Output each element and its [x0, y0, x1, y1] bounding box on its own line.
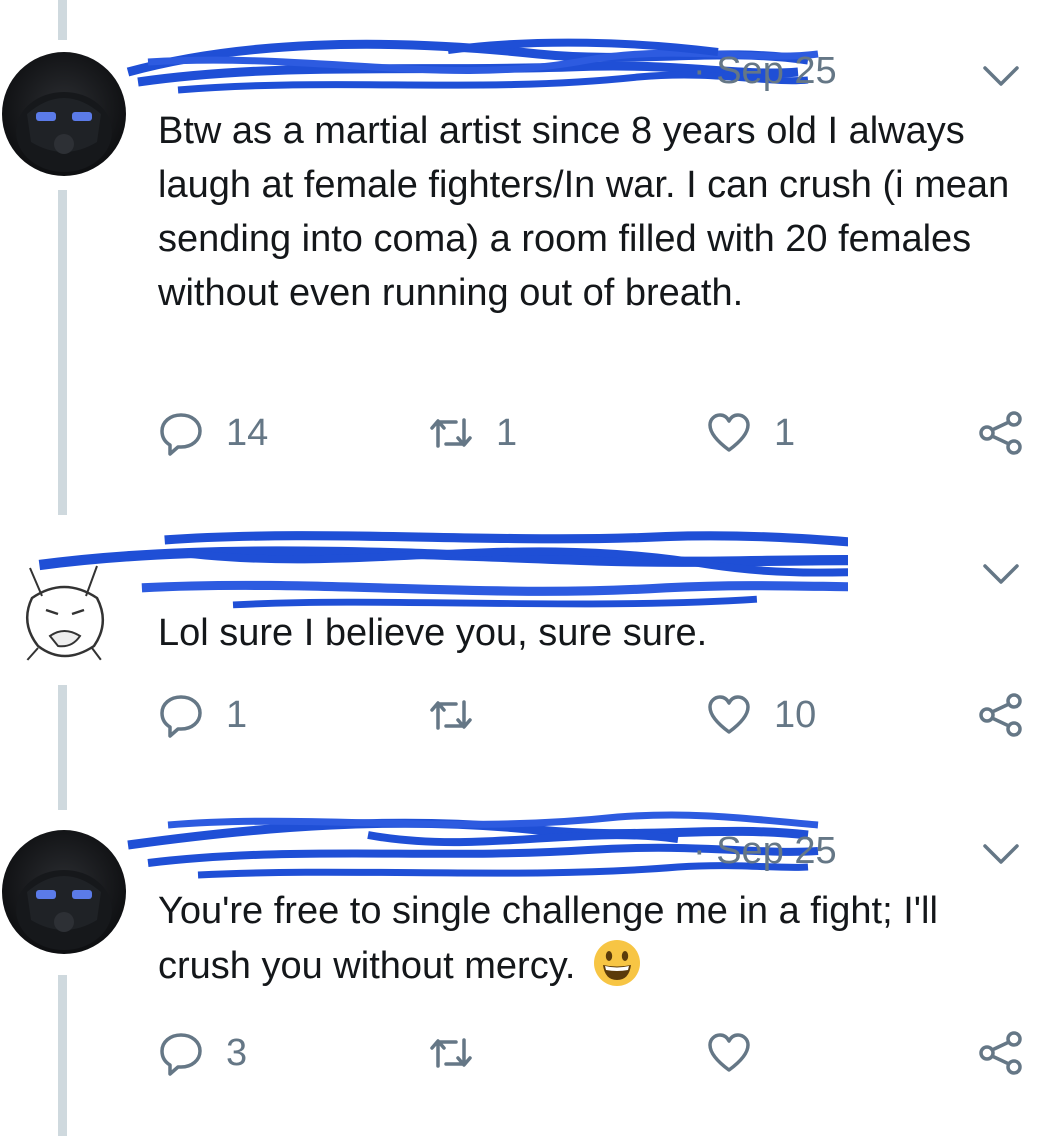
retweet-count: 1 — [496, 411, 518, 454]
reply-count: 3 — [226, 1031, 248, 1074]
tweet-date: · Sep 25 — [693, 830, 837, 872]
reply-icon — [160, 695, 202, 738]
tweet-actions: 3 — [158, 1028, 1028, 1078]
reply-count: 1 — [226, 693, 248, 736]
share-button[interactable] — [978, 408, 1024, 458]
share-button[interactable] — [978, 1028, 1024, 1078]
like-icon — [708, 1033, 750, 1072]
retweet-icon — [430, 1038, 472, 1068]
like-button[interactable] — [706, 1028, 774, 1078]
retweet-button[interactable] — [428, 690, 496, 740]
like-icon — [708, 413, 750, 452]
reply-button[interactable]: 14 — [158, 408, 268, 458]
retweet-icon — [430, 700, 472, 730]
like-button[interactable]: 1 — [706, 408, 795, 458]
share-icon — [979, 693, 1022, 737]
retweet-button[interactable]: 1 — [428, 408, 517, 458]
reply-icon — [160, 413, 202, 456]
tweet-actions: 14 1 1 — [158, 408, 1028, 458]
reply-button[interactable]: 3 — [158, 1028, 247, 1078]
tweet-header — [38, 531, 858, 609]
like-button[interactable]: 10 — [706, 690, 816, 740]
avatar[interactable] — [2, 830, 126, 954]
like-icon — [708, 695, 750, 734]
grinning-face-emoji — [594, 940, 641, 986]
share-icon — [979, 411, 1022, 455]
reply-count: 14 — [226, 411, 269, 454]
chevron-down-icon[interactable] — [981, 560, 1021, 588]
tweet-text: Lol sure I believe you, sure sure. — [158, 612, 708, 654]
like-count: 10 — [774, 693, 817, 736]
tweet-date: · Sep 25 — [693, 50, 837, 92]
tweet-text: Btw as a martial artist since 8 years ol… — [158, 110, 1010, 314]
tweet-header: · Sep 25 — [127, 811, 858, 879]
tweet[interactable]: · Sep 25 You're free to single challenge… — [0, 800, 1039, 1136]
redaction-scribble — [38, 531, 848, 609]
tweet-header: · Sep 25 — [126, 38, 858, 94]
reply-icon — [160, 1033, 202, 1076]
retweet-button[interactable] — [428, 1028, 496, 1078]
tweet-actions: 1 10 — [158, 690, 1028, 740]
share-icon — [979, 1031, 1022, 1075]
share-button[interactable] — [978, 690, 1024, 740]
retweet-icon — [430, 418, 472, 448]
avatar[interactable] — [2, 52, 126, 176]
tweet-text-body: You're free to single challenge me in a … — [158, 890, 938, 987]
reply-button[interactable]: 1 — [158, 690, 247, 740]
tweet-text: You're free to single challenge me in a … — [158, 884, 1028, 993]
chevron-down-icon[interactable] — [981, 62, 1021, 90]
tweet[interactable]: Lol sure I believe you, sure sure. 1 10 — [0, 510, 1039, 780]
tweet[interactable]: · Sep 25 Btw as a martial artist since 8… — [0, 0, 1039, 500]
chevron-down-icon[interactable] — [981, 840, 1021, 868]
like-count: 1 — [774, 411, 796, 454]
